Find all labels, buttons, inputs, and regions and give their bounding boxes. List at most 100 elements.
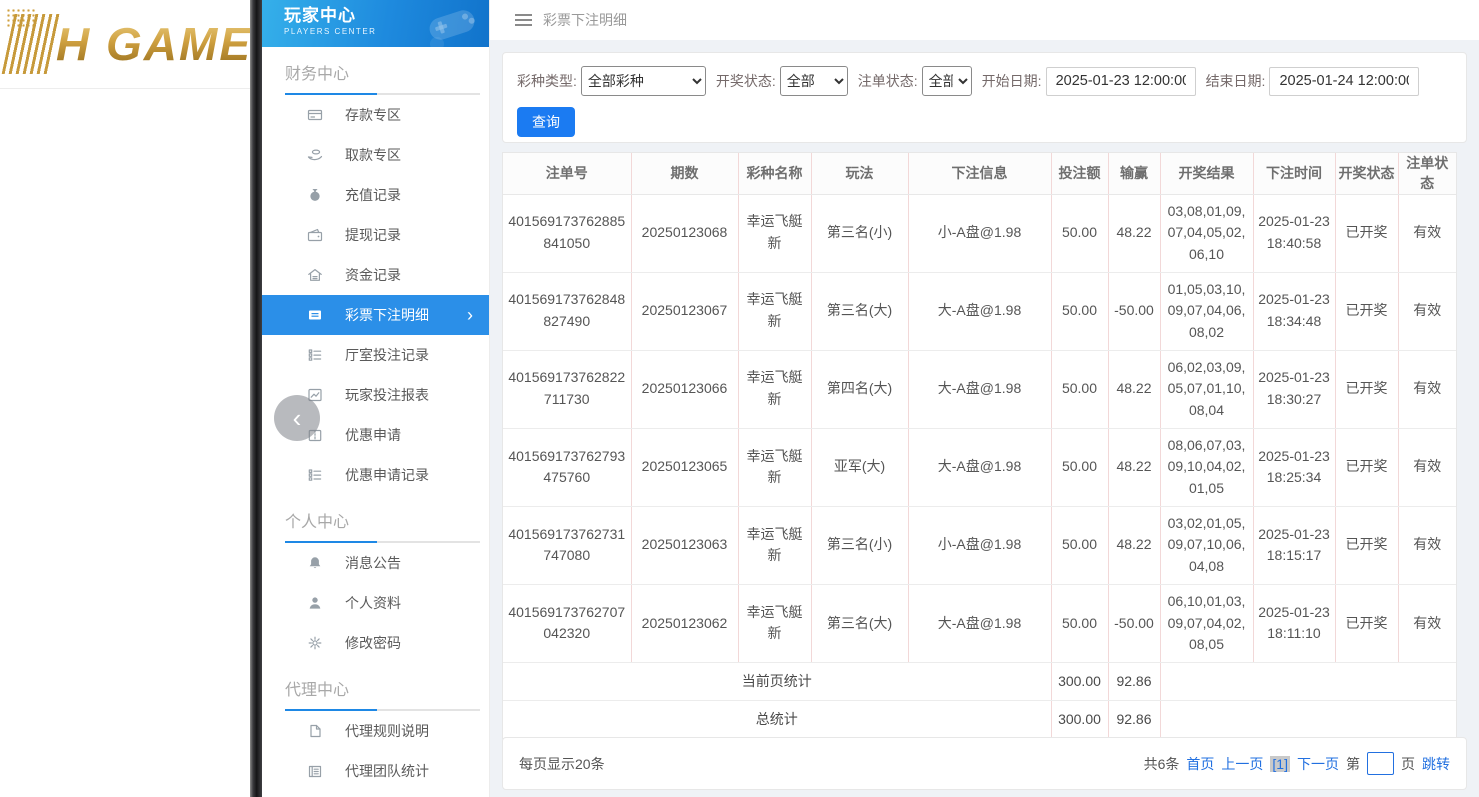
cell-play-type: 第三名(大) xyxy=(811,584,908,662)
cell-bet-info: 大-A盘@1.98 xyxy=(908,350,1051,428)
sidebar-item[interactable]: 消息公告 xyxy=(262,543,489,583)
column-header-lottery-name: 彩种名称 xyxy=(738,153,811,194)
cell-period: 20250123065 xyxy=(631,428,738,506)
cell-bet-time: 2025-01-23 18:40:58 xyxy=(1253,194,1335,272)
cell-bet-time: 2025-01-23 18:30:27 xyxy=(1253,350,1335,428)
sidebar-item-label: 提现记录 xyxy=(345,225,401,245)
cell-win-loss: 48.22 xyxy=(1108,428,1160,506)
menu-toggle-icon[interactable] xyxy=(515,14,532,26)
cell-order-status: 有效 xyxy=(1398,428,1456,506)
bet-table: 注单号期数彩种名称玩法下注信息投注额输赢开奖结果下注时间开奖状态注单状态 401… xyxy=(503,153,1456,738)
search-button[interactable]: 查询 xyxy=(517,107,575,137)
sidebar-item-label: 厅室投注记录 xyxy=(345,345,429,365)
column-header-period: 期数 xyxy=(631,153,738,194)
current-page-link[interactable]: [1] xyxy=(1270,756,1290,772)
column-header-order-status: 注单状态 xyxy=(1398,153,1456,194)
cell-bet-time: 2025-01-23 18:34:48 xyxy=(1253,272,1335,350)
cell-lottery-name: 幸运飞艇新 xyxy=(738,194,811,272)
summary-bet-total: 300.00 xyxy=(1051,700,1108,738)
table-row: 40156917376282271173020250123066幸运飞艇新第四名… xyxy=(503,350,1456,428)
sidebar-item[interactable]: 优惠申请记录 xyxy=(262,455,489,495)
cell-bet-time: 2025-01-23 18:15:17 xyxy=(1253,506,1335,584)
end-date-label: 结束日期: xyxy=(1206,71,1266,91)
prev-page-link[interactable]: 上一页 xyxy=(1221,754,1263,774)
cell-period: 20250123066 xyxy=(631,350,738,428)
sidebar-item[interactable]: 充值记录 xyxy=(262,175,489,215)
main-area: 彩票下注明细 彩种类型: 全部彩种 开奖状态: 全部 注单状态: 全部 开始日期… xyxy=(490,0,1479,797)
sidebar-item-label: 优惠申请 xyxy=(345,425,401,445)
cell-bet-id: 401569173762707042320 xyxy=(503,584,631,662)
cell-win-loss: -50.00 xyxy=(1108,272,1160,350)
sidebar-item[interactable]: 代理规则说明 xyxy=(262,711,489,751)
profile-person-icon xyxy=(307,595,323,611)
cell-bet-amount: 50.00 xyxy=(1051,272,1108,350)
sidebar-item[interactable]: 代理团队统计 xyxy=(262,751,489,791)
lottery-type-select[interactable]: 全部彩种 xyxy=(581,66,706,96)
cell-bet-id: 401569173762731747080 xyxy=(503,506,631,584)
hall-bet-list-icon xyxy=(307,347,323,363)
summary-label: 当前页统计 xyxy=(503,662,1051,700)
jump-suffix-text: 页 xyxy=(1401,754,1415,774)
agent-rules-doc-icon xyxy=(307,723,323,739)
column-header-play-type: 玩法 xyxy=(811,153,908,194)
sidebar-item-label: 彩票下注明细 xyxy=(345,305,429,325)
cell-draw-result: 03,02,01,05,09,07,10,06,04,08 xyxy=(1160,506,1253,584)
topbar: 彩票下注明细 xyxy=(490,0,1479,40)
sidebar-item-label: 代理团队统计 xyxy=(345,761,429,781)
jump-button[interactable]: 跳转 xyxy=(1422,754,1450,774)
lottery-type-label: 彩种类型: xyxy=(517,71,577,91)
first-page-link[interactable]: 首页 xyxy=(1186,754,1214,774)
sidebar-item[interactable]: 厅室投注记录 xyxy=(262,335,489,375)
cell-play-type: 第三名(小) xyxy=(811,194,908,272)
funds-house-icon xyxy=(307,267,323,283)
draw-status-select[interactable]: 全部 xyxy=(780,66,848,96)
table-row: 40156917376284882749020250123067幸运飞艇新第三名… xyxy=(503,272,1456,350)
start-date-input[interactable] xyxy=(1046,67,1196,96)
cell-bet-id: 401569173762885841050 xyxy=(503,194,631,272)
sidebar-item-label: 代理规则说明 xyxy=(345,721,429,741)
order-status-select[interactable]: 全部 xyxy=(922,66,972,96)
cell-period: 20250123063 xyxy=(631,506,738,584)
page-jump-input[interactable] xyxy=(1367,752,1394,775)
bet-table-card: 注单号期数彩种名称玩法下注信息投注额输赢开奖结果下注时间开奖状态注单状态 401… xyxy=(502,152,1457,739)
message-bell-icon xyxy=(307,555,323,571)
summary-empty xyxy=(1160,700,1456,738)
brand-logo: H GAME xyxy=(0,0,250,89)
cell-win-loss: -50.00 xyxy=(1108,584,1160,662)
chevron-right-icon: › xyxy=(467,307,473,323)
cell-play-type: 第三名(大) xyxy=(811,272,908,350)
column-header-bet-info: 下注信息 xyxy=(908,153,1051,194)
cell-bet-info: 大-A盘@1.98 xyxy=(908,584,1051,662)
cell-bet-id: 401569173762848827490 xyxy=(503,272,631,350)
sidebar-item[interactable]: 存款专区 xyxy=(262,95,489,135)
password-gear-icon xyxy=(307,635,323,651)
brand-logo-text: H GAME xyxy=(56,17,250,71)
sidebar-edge-strip xyxy=(250,0,262,797)
cell-bet-amount: 50.00 xyxy=(1051,428,1108,506)
next-page-link[interactable]: 下一页 xyxy=(1297,754,1339,774)
sidebar-item[interactable]: 个人资料 xyxy=(262,583,489,623)
sidebar-item[interactable]: 彩票下注明细 › xyxy=(262,295,489,335)
sidebar-item-label: 个人资料 xyxy=(345,593,401,613)
sidebar-item-label: 修改密码 xyxy=(345,633,401,653)
summary-label: 总统计 xyxy=(503,700,1051,738)
end-date-input[interactable] xyxy=(1269,67,1419,96)
sidebar-collapse-button[interactable]: ‹ xyxy=(274,395,320,441)
cell-bet-info: 小-A盘@1.98 xyxy=(908,506,1051,584)
sidebar-section-title: 财务中心 xyxy=(262,47,489,93)
table-row: 40156917376273174708020250123063幸运飞艇新第三名… xyxy=(503,506,1456,584)
sidebar-section-title: 代理中心 xyxy=(262,663,489,709)
table-header-row: 注单号期数彩种名称玩法下注信息投注额输赢开奖结果下注时间开奖状态注单状态 xyxy=(503,153,1456,194)
sidebar-item[interactable]: 取款专区 xyxy=(262,135,489,175)
cell-lottery-name: 幸运飞艇新 xyxy=(738,272,811,350)
cell-period: 20250123068 xyxy=(631,194,738,272)
sidebar-item[interactable]: 修改密码 xyxy=(262,623,489,663)
cell-order-status: 有效 xyxy=(1398,584,1456,662)
table-row: 40156917376279347576020250123065幸运飞艇新亚军(… xyxy=(503,428,1456,506)
sidebar-item[interactable]: 资金记录 xyxy=(262,255,489,295)
cell-bet-info: 大-A盘@1.98 xyxy=(908,272,1051,350)
sidebar-item-label: 取款专区 xyxy=(345,145,401,165)
sidebar-item[interactable]: 提现记录 xyxy=(262,215,489,255)
gamepad-icon xyxy=(423,2,481,47)
cell-bet-amount: 50.00 xyxy=(1051,584,1108,662)
